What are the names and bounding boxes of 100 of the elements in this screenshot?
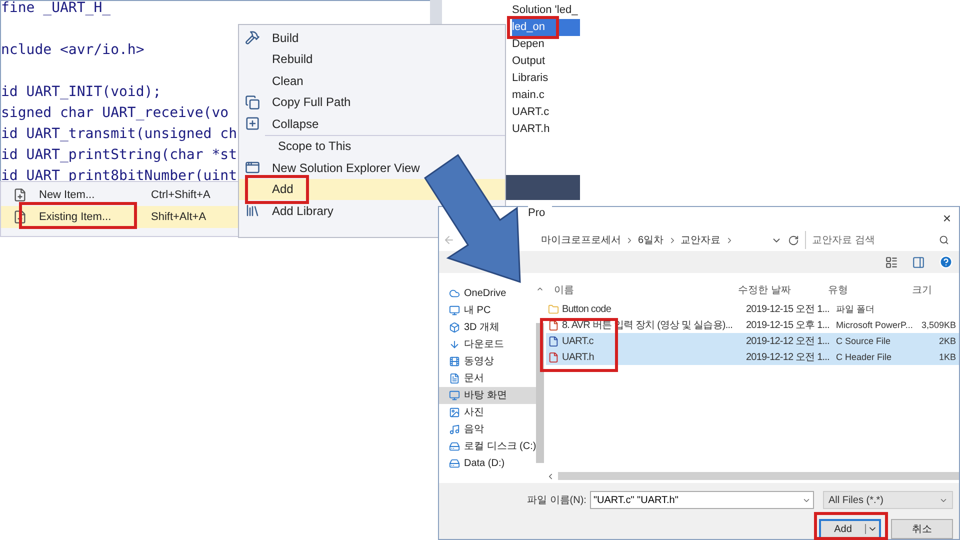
search-field[interactable]: 교안자료 검색 xyxy=(812,232,922,248)
file-row[interactable]: UART.c 2019-12-12 오전 1... C Source File 2KB xyxy=(546,333,959,349)
menu-item[interactable]: Clean xyxy=(239,70,505,92)
menu-item[interactable]: Collapse xyxy=(239,113,505,134)
new-file-icon xyxy=(13,210,27,224)
nav-item[interactable]: 3D 개체 xyxy=(439,319,536,336)
file-type: C Source File xyxy=(836,336,891,346)
nav-item[interactable]: 동영상 xyxy=(439,353,536,370)
menu-item-label: New Item... xyxy=(39,188,95,203)
view-icon[interactable] xyxy=(885,256,898,268)
submenu-item[interactable]: Existing Item... Shift+Alt+A xyxy=(1,206,239,228)
file-row[interactable]: Button code 2019-12-15 오전 1... 파일 폴더 xyxy=(546,301,959,317)
filename-field[interactable]: "UART.c" "UART.h" xyxy=(590,491,814,509)
picture-icon xyxy=(449,407,460,418)
file-size: 2KB xyxy=(938,336,956,346)
solution-item[interactable]: UART.c xyxy=(512,104,580,121)
menu-item-label: Copy Full Path xyxy=(272,94,351,112)
c-file-icon xyxy=(548,336,559,346)
pane-icon[interactable] xyxy=(912,256,925,268)
plus-square-icon xyxy=(245,116,260,132)
code-line: id UART_transmit(unsigned ch xyxy=(1,126,238,142)
highlight-frame xyxy=(507,16,559,39)
music-note-icon xyxy=(449,424,460,435)
scroll-left-icon[interactable] xyxy=(546,472,555,480)
hammer-icon xyxy=(245,30,260,46)
chevron-icon xyxy=(625,236,634,244)
scroll-up-icon[interactable] xyxy=(536,285,544,293)
file-name: UART.c xyxy=(562,334,594,348)
window-icon xyxy=(245,160,260,176)
column-header[interactable]: 크기 xyxy=(912,284,932,296)
file-row[interactable]: UART.h 2019-12-12 오전 1... C Header File 1KB xyxy=(546,349,959,365)
file-type: 파일 폴더 xyxy=(836,304,875,314)
nav-label: 문서 xyxy=(464,372,484,386)
nav-label: 사진 xyxy=(464,406,484,420)
refresh-icon[interactable] xyxy=(788,234,799,246)
nav-item[interactable]: 음악 xyxy=(439,421,536,438)
nav-item[interactable]: 사진 xyxy=(439,404,536,421)
nav-label: 음악 xyxy=(464,423,484,437)
file-type-dropdown[interactable]: All Files (*.*) xyxy=(823,491,953,509)
drive-icon xyxy=(449,458,460,469)
nav-label: Data (D:) xyxy=(464,457,505,471)
solution-item[interactable]: led_on xyxy=(512,19,580,36)
folder-icon xyxy=(548,304,559,314)
close-button[interactable]: × xyxy=(938,208,955,228)
menu-item-label: Build xyxy=(272,30,299,47)
code-line: id UART_printString(char *st xyxy=(1,147,238,163)
presentation-file-icon xyxy=(548,320,559,330)
document-icon xyxy=(449,373,460,384)
solution-item[interactable]: Libraris xyxy=(512,70,580,87)
menu-item[interactable]: Rebuild xyxy=(239,48,505,70)
nav-item[interactable]: 문서 xyxy=(439,370,536,387)
submenu-item[interactable]: New Item... Ctrl+Shift+A xyxy=(1,184,239,206)
nav-label: 동영상 xyxy=(464,355,494,369)
solution-item[interactable]: Depen xyxy=(512,36,580,53)
menu-item-label: Scope to This xyxy=(278,138,352,156)
code-line: nclude <avr/io.h> xyxy=(1,42,144,58)
solution-item[interactable]: Solution 'led_ xyxy=(512,2,580,19)
file-modified: 2019-12-12 오전 1... xyxy=(746,352,830,362)
breadcrumb-item[interactable]: 마이크로프로세서 xyxy=(541,232,621,248)
solution-item[interactable]: UART.h xyxy=(512,121,580,138)
file-name: Button code xyxy=(562,302,611,316)
nav-item[interactable]: Data (D:) xyxy=(439,455,536,472)
header-file-icon xyxy=(548,352,559,362)
menu-item[interactable]: Scope to This xyxy=(245,136,505,157)
file-type: Microsoft PowerP... xyxy=(836,320,913,330)
column-header[interactable]: 이름 xyxy=(554,284,574,296)
solution-item[interactable]: Output xyxy=(512,53,580,70)
nav-label: 내 PC xyxy=(464,304,491,318)
nav-item[interactable]: 내 PC xyxy=(439,302,536,319)
breadcrumb-item[interactable]: 교안자료 xyxy=(680,232,721,248)
cancel-button[interactable]: 취소 xyxy=(891,519,953,539)
nav-item[interactable]: 로컬 디스크 (C:) xyxy=(439,438,536,455)
add-button[interactable]: Add xyxy=(819,519,881,539)
nav-item[interactable]: OneDrive xyxy=(439,285,536,302)
menu-item[interactable]: New Solution Explorer View xyxy=(239,157,505,178)
column-header[interactable]: 수정한 날짜 xyxy=(738,284,791,296)
column-header[interactable]: 유형 xyxy=(828,284,848,296)
nav-item[interactable]: 바탕 화면 xyxy=(439,387,536,404)
search-icon xyxy=(939,235,949,245)
nav-label: 바탕 화면 xyxy=(464,389,507,403)
menu-item[interactable]: Build xyxy=(239,27,505,48)
horizontal-scrollbar[interactable] xyxy=(558,472,959,480)
file-name: UART.h xyxy=(562,350,594,364)
nav-item[interactable]: 다운로드 xyxy=(439,336,536,353)
download-icon xyxy=(449,339,460,350)
breadcrumb-item[interactable]: 6일차 xyxy=(638,232,664,248)
new-file-icon xyxy=(13,188,27,202)
file-type: C Header File xyxy=(836,352,892,362)
help-icon[interactable] xyxy=(939,255,953,269)
menu-item-label: Collapse xyxy=(272,116,319,133)
menu-item-label: Existing Item... xyxy=(39,210,112,225)
shortcut-label: Ctrl+Shift+A xyxy=(151,188,212,203)
code-line: id UART_INIT(void); xyxy=(1,84,162,100)
highlight-frame xyxy=(245,175,309,204)
code-line: id UART_print8bitNumber(uint xyxy=(1,168,238,184)
solution-item[interactable]: main.c xyxy=(512,87,580,104)
menu-item[interactable]: Copy Full Path xyxy=(239,92,505,113)
copy-icon xyxy=(245,94,260,110)
cloud-icon xyxy=(449,288,460,299)
file-modified: 2019-12-15 오후 1... xyxy=(746,320,830,330)
